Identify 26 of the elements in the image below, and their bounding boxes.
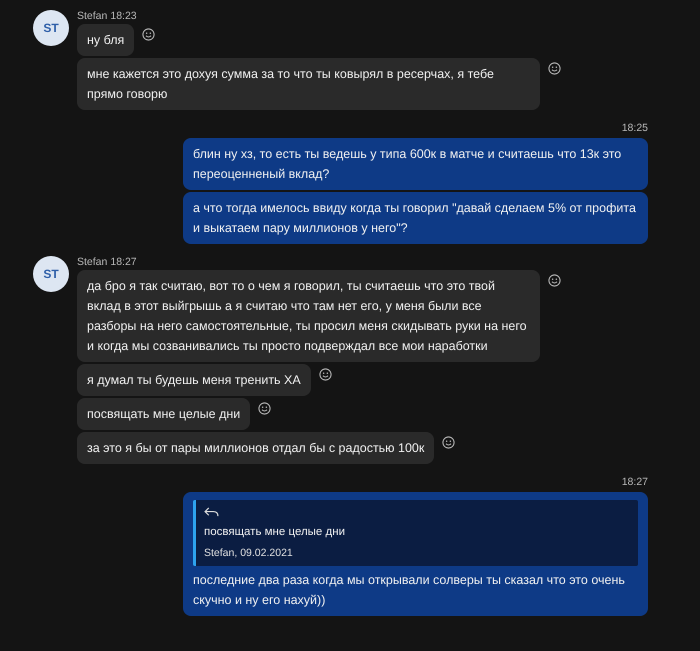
message-time: 18:25	[622, 122, 648, 134]
sender-name: Stefan	[77, 256, 108, 268]
message-time: 18:23	[110, 10, 137, 22]
emoji-icon[interactable]	[548, 274, 561, 287]
message-text: да бро я так считаю, вот то о чем я говорил, ты считаешь что это твой вклад в этот выйгрышь а я считаю что там нет его, у меня были все разборы на него самостоятельные, ты просил меня скидывать руки на него и когда мы созванивались ты просто подверждал все мои наработки	[87, 278, 528, 355]
quoted-author-date: Stefan, 09.02.2021	[204, 546, 293, 561]
emoji-icon[interactable]	[318, 368, 332, 381]
message-text: ну бля	[87, 32, 124, 49]
avatar: ST	[33, 10, 69, 46]
message-text: блин ну хз, то есть ты ведешь у типа 600к в матче и считаешь что 13к это переоценненый вклад?	[193, 146, 622, 183]
message-text: я думал ты будешь меня тренить ХА	[87, 372, 301, 389]
quoted-text: посвящать мне целые дни	[204, 525, 346, 540]
emoji-icon[interactable]	[442, 436, 456, 449]
avatar: ST	[33, 256, 69, 292]
message-text: а что тогда имелось ввиду когда ты говорил "давай сделаем 5% от профита и выкатаем пару миллионов у него"?	[193, 200, 637, 237]
reply-arrow-icon	[204, 507, 219, 518]
message-text: последние два раза когда мы открывали солверы ты сказал что это очень скучно и ну его нахуй))	[193, 572, 626, 609]
message-text: мне кажется это дохуя сумма за то что ты ковырял в ресерчах, я тебе прямо говорю	[87, 66, 495, 103]
sender-name: Stefan	[77, 10, 108, 22]
emoji-icon[interactable]	[548, 62, 561, 75]
message-time: 18:27	[622, 476, 648, 488]
message-text: посвящать мне целые дни	[87, 406, 240, 423]
emoji-icon[interactable]	[142, 28, 156, 41]
message-time: 18:27	[110, 256, 137, 268]
message-text: за это я бы от пары миллионов отдал бы с радостью 100к	[87, 440, 424, 457]
emoji-icon[interactable]	[258, 402, 272, 415]
